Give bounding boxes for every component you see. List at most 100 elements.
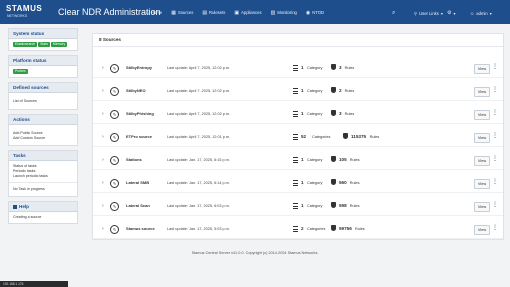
system-status-panel: System status Elasticsearch Stats Memory: [8, 28, 78, 51]
last-update: Last update: Jan. 17, 2025, 5:03 p.m.: [167, 227, 230, 231]
launch-periodic-tasks-link[interactable]: Launch periodic tasks: [13, 174, 73, 179]
shield-icon: [343, 133, 348, 139]
view-button[interactable]: View: [474, 64, 490, 74]
more-options-icon[interactable]: ⋮: [492, 87, 498, 94]
sidebar: System status Elasticsearch Stats Memory P…: [8, 28, 78, 228]
panel-title: Defined sources: [9, 83, 77, 93]
expand-chevron-icon[interactable]: ›: [102, 111, 104, 117]
category-label: Categories: [307, 227, 326, 231]
stamus-logo[interactable]: STAMUS NETWORKS: [6, 4, 44, 20]
expand-chevron-icon[interactable]: ›: [102, 88, 104, 94]
no-task-text: No Task in progress: [13, 187, 45, 191]
nav-home[interactable]: ⌂ Home: [146, 8, 162, 18]
panel-title: System status: [9, 29, 77, 39]
source-icon: ✎: [110, 179, 119, 188]
more-options-icon[interactable]: ⋮: [492, 64, 498, 71]
categories-icon: [293, 65, 298, 71]
user-icon: ☺: [470, 10, 475, 16]
nav-monitoring[interactable]: ▥ Monitoring: [271, 8, 297, 18]
last-update: Last update: Jan. 17, 2025, 6:15 p.m.: [167, 158, 230, 162]
status-badge-probes[interactable]: Probes: [13, 69, 28, 74]
categories-icon: [293, 203, 298, 209]
view-button[interactable]: View: [474, 225, 490, 235]
shield-icon: [331, 202, 336, 208]
shield-icon: [331, 110, 336, 116]
tasks-panel: Tasks Status of tasks Periodic tasks Lau…: [8, 150, 78, 197]
source-row: › ✎ Lateral Scan Last update: Jan. 17, 2025…: [93, 197, 503, 216]
source-name[interactable]: Lateral Scan: [126, 203, 150, 209]
more-options-icon[interactable]: ⋮: [492, 225, 498, 232]
search-button[interactable]: ⌕: [392, 8, 395, 18]
view-button[interactable]: View: [474, 133, 490, 143]
top-navbar: STAMUS NETWORKS Clear NDR Administration…: [0, 0, 510, 24]
source-row: › ✎ Stamus source Last update: Jan. 17, 202…: [93, 220, 503, 239]
expand-chevron-icon[interactable]: ›: [102, 203, 104, 209]
more-options-icon[interactable]: ⋮: [492, 202, 498, 209]
category-label: Categories: [312, 135, 331, 139]
nav-sources[interactable]: ▦ Sources: [171, 8, 193, 18]
link-icon: ⚲: [414, 10, 418, 16]
expand-chevron-icon[interactable]: ›: [102, 157, 104, 163]
more-options-icon[interactable]: ⋮: [492, 133, 498, 140]
status-badge-memory[interactable]: Memory: [50, 42, 68, 47]
chevron-down-icon: ▾: [453, 10, 456, 16]
category-count: 1: [301, 111, 304, 116]
source-row: › ✎ StilbyNEO Last update: April 7, 2025, 1…: [93, 82, 503, 101]
view-button[interactable]: View: [474, 202, 490, 212]
source-name[interactable]: StilbyNEO: [126, 88, 146, 94]
category-count: 1: [301, 203, 304, 208]
view-button[interactable]: View: [474, 179, 490, 189]
shield-icon: [331, 64, 336, 70]
view-button[interactable]: View: [474, 110, 490, 120]
rule-count: 59756: [339, 226, 352, 231]
source-name[interactable]: ETPro source: [126, 134, 152, 140]
settings-menu[interactable]: ⚙ ▾: [447, 8, 456, 18]
more-options-icon[interactable]: ⋮: [492, 179, 498, 186]
nav-ntod[interactable]: ◉ NTOD: [306, 8, 324, 18]
source-name[interactable]: Stamus source: [126, 226, 155, 232]
search-icon: ⌕: [392, 9, 396, 16]
account-menu[interactable]: ☺ admin ▾: [470, 8, 492, 18]
sources-list: 8 Sources › ✎ StilbyEntropy Last update: Ap…: [92, 33, 504, 240]
shield-icon: [331, 87, 336, 93]
rules-label: Rules: [349, 181, 360, 185]
source-icon: ✎: [110, 225, 119, 234]
expand-chevron-icon[interactable]: ›: [102, 134, 104, 140]
list-of-sources-link[interactable]: List of Sources: [13, 99, 73, 104]
status-badge-elasticsearch[interactable]: Elasticsearch: [13, 42, 38, 47]
platform-status-panel: Platform status Probes: [8, 55, 78, 78]
rule-count: 560: [339, 180, 347, 185]
view-button[interactable]: View: [474, 156, 490, 166]
category-count: 52: [301, 134, 307, 139]
source-name[interactable]: StilbyPhishing: [126, 111, 154, 117]
categories-icon: [293, 180, 298, 186]
status-bar: 192.168.1.176: [0, 281, 68, 287]
sources-count-heading: 8 Sources: [93, 34, 503, 47]
nav-rulesets[interactable]: ▤ Rulesets: [202, 8, 225, 18]
user-links-menu[interactable]: ⚲ User Links ▾: [414, 8, 443, 18]
expand-chevron-icon[interactable]: ›: [102, 180, 104, 186]
source-name[interactable]: StilbyEntropy: [126, 65, 152, 71]
category-label: Category: [307, 66, 323, 70]
categories-icon: [293, 134, 298, 140]
category-label: Category: [307, 112, 323, 116]
source-name[interactable]: Lateral SMB: [126, 180, 149, 186]
creating-a-source-link[interactable]: Creating a source: [13, 215, 73, 220]
gear-icon: ⚙: [447, 10, 452, 16]
category-count: 1: [301, 180, 304, 185]
rules-label: Rules: [344, 89, 355, 93]
expand-chevron-icon[interactable]: ›: [102, 226, 104, 232]
expand-chevron-icon[interactable]: ›: [102, 65, 104, 71]
more-options-icon[interactable]: ⋮: [492, 156, 498, 163]
status-badge-stats[interactable]: Stats: [38, 42, 50, 47]
last-update: Last update: April 7, 2025, 12:02 p.m.: [167, 66, 231, 70]
more-options-icon[interactable]: ⋮: [492, 110, 498, 117]
source-name[interactable]: Stations: [126, 157, 142, 163]
nav-appliances[interactable]: ▣ Appliances: [234, 8, 261, 18]
source-row: › ✎ ETPro source Last update: April 7, 2025…: [93, 128, 503, 147]
footer-copyright: Stamus Central Server v41.0.0. Copyright…: [191, 251, 319, 255]
category-label: Category: [307, 204, 323, 208]
add-custom-source-link[interactable]: Add Custom Source: [13, 136, 73, 141]
panel-title: Actions: [9, 115, 77, 125]
view-button[interactable]: View: [474, 87, 490, 97]
